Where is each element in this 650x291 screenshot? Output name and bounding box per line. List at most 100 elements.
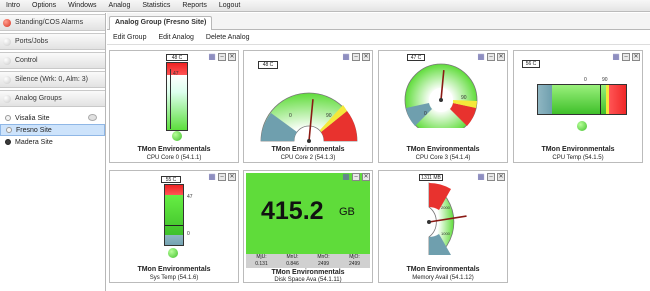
widget-cpu-core-0[interactable]: ▦ – ✕ 48 C 47 TMon Environmentals CPU Co… — [109, 50, 239, 163]
needle-hub — [427, 220, 431, 224]
panel-control[interactable]: Control — [0, 52, 105, 69]
close-icon[interactable]: ✕ — [632, 53, 640, 61]
widget-memory-avail[interactable]: ▦ – ✕ 1311 MB 2000 1000 TMon Environment… — [378, 170, 508, 283]
tab-analog-group[interactable]: Analog Group (Fresno Site) — [109, 16, 213, 30]
panel-label: Silence (Wrk: 0, Alm: 3) — [15, 76, 89, 83]
status-dot-icon — [3, 75, 11, 84]
speech-bubble-icon — [88, 114, 97, 121]
widget-subtitle: Disk Space Ava (54.1.11) — [274, 277, 342, 283]
minimize-icon[interactable]: – — [352, 53, 360, 61]
minimize-icon[interactable]: – — [218, 53, 226, 61]
gauge-min-label: 0 — [424, 111, 427, 117]
tab-bar: Analog Group (Fresno Site) — [107, 13, 650, 30]
widget-cpu-core-2[interactable]: ▦ – ✕ 48 C 0 90 TMon Environmentals CPU … — [243, 50, 373, 163]
widget-title: TMon Environmentals — [406, 146, 480, 153]
widget-sys-temp[interactable]: ▦ – ✕ 55 C 47 0 TMon Environmentals Sys … — [109, 170, 239, 283]
status-ball-icon — [577, 121, 587, 131]
panel-analog-groups[interactable]: Analog Groups — [0, 90, 105, 107]
panel-label: Analog Groups — [15, 95, 62, 102]
delete-analog-button[interactable]: Delete Analog — [200, 34, 256, 41]
needle-line — [170, 69, 171, 129]
panel-label: Control — [15, 57, 38, 64]
menu-windows[interactable]: Windows — [62, 2, 102, 9]
sidebar-item-label: Visalia Site — [15, 114, 50, 122]
sidebar-item-madera[interactable]: Madera Site — [0, 136, 105, 148]
widget-subtitle: Sys Temp (54.1.6) — [149, 275, 199, 281]
gauge-max-label: 90 — [461, 95, 467, 101]
stat-mjo: MjO: 2499 — [348, 254, 361, 267]
widget-controls: ▦ – ✕ — [208, 53, 236, 61]
sidebar-item-fresno[interactable]: Fresno Site — [0, 124, 105, 136]
widget-title: TMon Environmentals — [137, 146, 211, 153]
menu-logout[interactable]: Logout — [213, 2, 246, 9]
thermometer-bar — [164, 184, 184, 246]
grid-icon[interactable]: ▦ — [208, 173, 216, 181]
widget-title: TMon Environmentals — [406, 266, 480, 273]
panel-silence[interactable]: Silence (Wrk: 0, Alm: 3) — [0, 71, 105, 88]
minimize-icon[interactable]: – — [622, 53, 630, 61]
sidebar: Standing/COS Alarms Ports/Jobs Control S… — [0, 13, 106, 291]
value-readout: 55 C — [161, 176, 181, 183]
needle-line — [308, 99, 314, 142]
needle-hub — [307, 139, 311, 143]
horizontal-bar — [537, 84, 627, 115]
widget-cpu-temp[interactable]: ▦ – ✕ 56 C 0 90 TMon Environmentals CPU … — [513, 50, 643, 163]
widget-controls: ▦ – ✕ — [612, 53, 640, 61]
value-readout: 48 C — [166, 54, 188, 61]
close-icon[interactable]: ✕ — [228, 53, 236, 61]
menu-bar: Intro Options Windows Analog Statistics … — [0, 0, 650, 12]
tick-high-label: 2000 — [441, 205, 450, 210]
value-readout: 48 C — [258, 61, 278, 69]
panel-standing-alarms[interactable]: Standing/COS Alarms — [0, 14, 105, 31]
grid-icon[interactable]: ▦ — [208, 53, 216, 61]
tick-low-label: 0 — [187, 231, 190, 237]
needle-line — [165, 225, 183, 226]
grid-icon[interactable]: ▦ — [342, 173, 350, 181]
bar-max-label: 90 — [602, 77, 608, 83]
big-value-unit: GB — [339, 206, 355, 218]
status-dot-icon — [3, 56, 11, 65]
close-icon[interactable]: ✕ — [362, 53, 370, 61]
widget-subtitle: CPU Core 0 (54.1.1) — [146, 155, 202, 161]
stats-bar: MjU: 0.131 MnU: 0.846 MnO: 2499 MjO: 2499 — [246, 254, 370, 268]
sidebar-item-label: Fresno Site — [16, 126, 52, 134]
tick-label: 47 — [173, 71, 179, 77]
widget-subtitle: Memory Avail (54.1.12) — [412, 275, 474, 281]
grid-icon[interactable]: ▦ — [342, 53, 350, 61]
bar-red-zone — [609, 85, 626, 114]
status-ball-icon — [168, 248, 178, 258]
widget-cpu-core-3[interactable]: ▦ – ✕ 47 C 0 90 TMon Environmentals CPU … — [378, 50, 508, 163]
bar-min-label: 0 — [584, 77, 587, 83]
stat-mnu: MnU: 0.846 — [286, 254, 299, 267]
grid-icon[interactable]: ▦ — [612, 53, 620, 61]
gauge-needle — [439, 70, 445, 102]
widget-title: TMon Environmentals — [541, 146, 615, 153]
tick-mid-label: 1000 — [441, 231, 450, 236]
widget-title: TMon Environmentals — [271, 146, 345, 153]
gauge-min-label: 0 — [289, 113, 292, 119]
panel-ports-jobs[interactable]: Ports/Jobs — [0, 33, 105, 50]
menu-statistics[interactable]: Statistics — [136, 2, 176, 9]
panel-label: Ports/Jobs — [15, 38, 49, 45]
menu-intro[interactable]: Intro — [0, 2, 26, 9]
close-icon[interactable]: ✕ — [228, 173, 236, 181]
sidebar-item-visalia[interactable]: Visalia Site — [0, 112, 105, 124]
site-status-icon — [6, 127, 12, 133]
needle-hub — [439, 98, 443, 102]
sidebar-item-label: Madera Site — [15, 138, 53, 146]
edit-analog-button[interactable]: Edit Analog — [152, 34, 199, 41]
menu-reports[interactable]: Reports — [176, 2, 213, 9]
minimize-icon[interactable]: – — [352, 173, 360, 181]
bar-low-zone — [165, 235, 183, 245]
minimize-icon[interactable]: – — [218, 173, 226, 181]
close-icon[interactable]: ✕ — [362, 173, 370, 181]
menu-options[interactable]: Options — [26, 2, 62, 9]
edit-group-button[interactable]: Edit Group — [107, 34, 152, 41]
needle-line — [428, 215, 467, 223]
widget-disk-space[interactable]: ▦ – ✕ 415.2 GB MjU: 0.131 MnU: 0.846 MnO: 2… — [243, 170, 373, 283]
menu-analog[interactable]: Analog — [103, 2, 137, 9]
gauge-needle — [307, 99, 314, 143]
needle-line — [600, 85, 601, 114]
widget-controls: ▦ – ✕ — [342, 53, 370, 61]
panel-label: Standing/COS Alarms — [15, 19, 84, 26]
